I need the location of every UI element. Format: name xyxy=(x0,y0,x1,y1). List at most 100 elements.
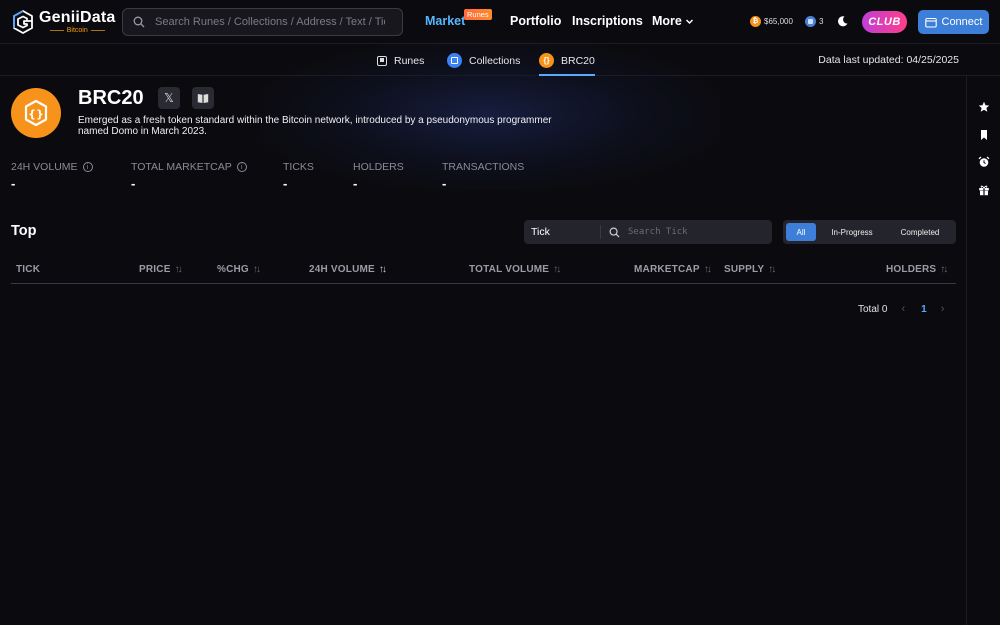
brc20-icon: {} xyxy=(539,53,554,68)
token-description: Emerged as a fresh token standard within… xyxy=(78,115,552,137)
section-title-top: Top xyxy=(11,223,37,239)
pagination-total: Total 0 xyxy=(858,303,888,315)
nav-inscriptions[interactable]: Inscriptions xyxy=(572,14,643,28)
tab-runes-label: Runes xyxy=(394,54,425,67)
column-24h-volume[interactable]: 24H VOLUME ↑↓ xyxy=(309,264,387,275)
connect-button[interactable]: Connect xyxy=(918,10,989,34)
column-label: SUPPLY xyxy=(724,264,765,275)
global-search-input[interactable] xyxy=(155,16,385,28)
logo-subtitle: Bitcoin xyxy=(50,26,105,35)
stat-ticks: TICKS - xyxy=(283,161,314,191)
chevron-left-icon[interactable]: ‹ xyxy=(901,303,905,315)
logo[interactable]: GeniiData Bitcoin xyxy=(12,9,116,35)
tab-runes[interactable]: Runes xyxy=(377,45,424,76)
sort-icon[interactable]: ↑↓ xyxy=(253,264,261,275)
gift-icon[interactable] xyxy=(978,184,990,196)
stat-label: TICKS xyxy=(283,161,314,173)
stat-holders: HOLDERS - xyxy=(353,161,404,191)
brc20-token-logo: {} xyxy=(11,88,61,138)
top-header: GeniiData Bitcoin Market Runes Portfolio… xyxy=(0,0,1000,44)
nav-more-label: More xyxy=(652,14,682,28)
x-twitter-link[interactable]: 𝕏 xyxy=(158,87,180,109)
sort-icon[interactable]: ↑↓ xyxy=(768,264,776,275)
svg-text:{}: {} xyxy=(28,108,44,121)
column-supply[interactable]: SUPPLY ↑↓ xyxy=(724,264,776,275)
chevron-right-icon[interactable]: › xyxy=(941,303,945,315)
wallet-icon xyxy=(924,17,937,28)
column-tick: TICK xyxy=(16,264,40,275)
stat-total-marketcap: TOTAL MARKETCAP i - xyxy=(131,161,247,191)
book-icon xyxy=(197,93,209,103)
page-number[interactable]: 1 xyxy=(921,304,927,315)
logo-name: GeniiData xyxy=(39,9,116,26)
gas-icon xyxy=(805,16,816,27)
nav-portfolio[interactable]: Portfolio xyxy=(510,14,561,28)
segment-completed[interactable]: Completed xyxy=(888,223,952,241)
tick-filter: Tick xyxy=(524,220,772,244)
stat-transactions: TRANSACTIONS - xyxy=(442,161,524,191)
tab-collections[interactable]: Collections xyxy=(447,45,520,76)
connect-label: Connect xyxy=(941,16,983,28)
runes-badge: Runes xyxy=(464,9,492,20)
column-label: MARKETCAP xyxy=(634,264,700,275)
search-icon xyxy=(609,227,620,238)
column-label: 24H VOLUME xyxy=(309,264,375,275)
sort-icon[interactable]: ↑↓ xyxy=(553,264,561,275)
stat-label: 24H VOLUME xyxy=(11,161,78,173)
segment-all[interactable]: All xyxy=(786,223,816,241)
stat-label: TRANSACTIONS xyxy=(442,161,525,173)
sort-desc-icon[interactable]: ↑↓ xyxy=(379,264,387,275)
tab-brc20-label: BRC20 xyxy=(561,54,595,67)
stat-label: HOLDERS xyxy=(353,161,404,173)
x-icon: 𝕏 xyxy=(164,91,174,105)
runes-icon xyxy=(377,55,387,66)
data-last-updated: Data last updated: 04/25/2025 xyxy=(818,54,959,66)
column-holders[interactable]: HOLDERS ↑↓ xyxy=(886,264,948,275)
nav-more[interactable]: More xyxy=(652,14,694,28)
column-label: PRICE xyxy=(139,264,171,275)
column-label: TICK xyxy=(16,264,41,275)
btc-price-value: $65,000 xyxy=(764,17,793,26)
global-search[interactable] xyxy=(122,8,403,36)
bookmark-icon[interactable] xyxy=(978,129,990,141)
filter-type-select[interactable]: Tick xyxy=(524,225,601,239)
moon-icon[interactable] xyxy=(836,15,849,28)
column-chg[interactable]: %CHG ↑↓ xyxy=(217,264,261,275)
nav-market[interactable]: Market xyxy=(425,14,465,28)
status-segmented-control: All In-Progress Completed xyxy=(783,220,956,244)
column-label: TOTAL VOLUME xyxy=(469,264,550,275)
club-button[interactable]: CLUB xyxy=(862,11,907,33)
tab-brc20[interactable]: {} BRC20 xyxy=(539,45,595,76)
gas-fee-value: 3 xyxy=(819,17,824,26)
stat-value: - xyxy=(11,176,16,191)
search-icon xyxy=(133,16,145,28)
column-price[interactable]: PRICE ↑↓ xyxy=(139,264,183,275)
gas-fee: 3 xyxy=(805,16,823,27)
alarm-icon[interactable] xyxy=(978,156,990,168)
pagination: Total 0 ‹ 1 › xyxy=(858,303,944,315)
geniidata-logo-icon xyxy=(13,10,33,34)
page: GeniiData Bitcoin Market Runes Portfolio… xyxy=(0,0,1000,625)
chevron-down-icon xyxy=(685,18,693,24)
tab-collections-label: Collections xyxy=(469,54,521,67)
sort-icon[interactable]: ↑↓ xyxy=(940,264,948,275)
segment-in-progress[interactable]: In-Progress xyxy=(816,223,888,241)
right-rail xyxy=(966,76,1000,625)
tick-search-input[interactable] xyxy=(628,227,768,237)
docs-link[interactable] xyxy=(192,87,214,109)
sort-icon[interactable]: ↑↓ xyxy=(175,264,183,275)
stat-value: - xyxy=(131,176,136,191)
star-icon[interactable] xyxy=(978,101,990,113)
stat-label: TOTAL MARKETCAP xyxy=(131,161,232,173)
collections-icon xyxy=(447,53,462,68)
brc20-logo-icon: {} xyxy=(24,99,48,127)
stat-value: - xyxy=(283,176,288,191)
stat-value: - xyxy=(353,176,358,191)
sort-icon[interactable]: ↑↓ xyxy=(704,264,712,275)
info-icon[interactable]: i xyxy=(82,162,93,172)
column-label: HOLDERS xyxy=(886,264,937,275)
column-total-volume[interactable]: TOTAL VOLUME ↑↓ xyxy=(469,264,561,275)
info-icon[interactable]: i xyxy=(236,162,247,172)
bitcoin-icon: ₿ xyxy=(750,16,761,27)
column-marketcap[interactable]: MARKETCAP ↑↓ xyxy=(634,264,712,275)
